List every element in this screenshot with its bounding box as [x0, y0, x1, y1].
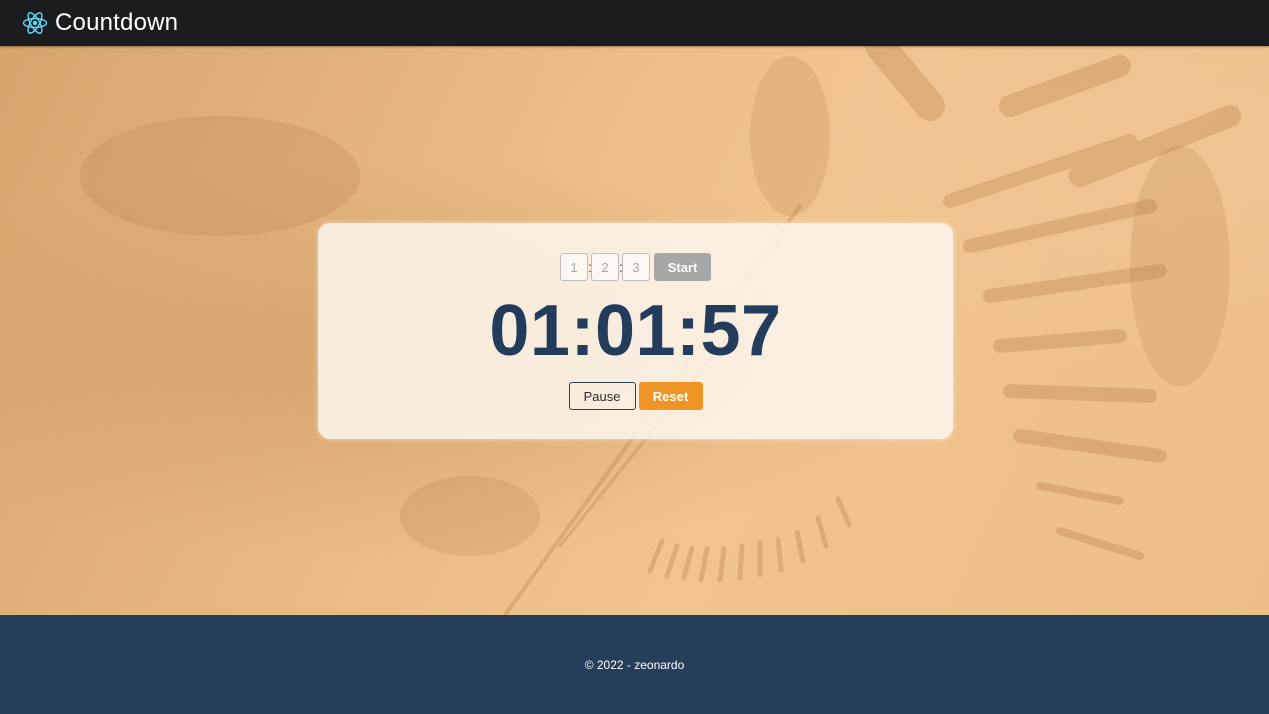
seconds-input[interactable] [622, 253, 650, 281]
navbar: Countdown [0, 0, 1269, 46]
app-title: Countdown [55, 9, 179, 36]
hero-background: : : Start 01:01:57 Pause Reset [0, 46, 1269, 615]
footer: © 2022 - zeonardo [0, 615, 1269, 714]
time-input-group: : : Start [318, 253, 953, 281]
hours-input[interactable] [560, 253, 588, 281]
pause-button[interactable]: Pause [568, 382, 636, 410]
countdown-card: : : Start 01:01:57 Pause Reset [318, 223, 953, 439]
timer-controls: Pause Reset [318, 382, 953, 410]
reset-button[interactable]: Reset [638, 382, 703, 410]
brand[interactable]: Countdown [22, 9, 178, 37]
start-button[interactable]: Start [654, 253, 711, 281]
countdown-display: 01:01:57 [489, 291, 782, 371]
react-atom-icon [22, 12, 48, 34]
minutes-input[interactable] [591, 253, 619, 281]
copyright-text: © 2022 - zeonardo [584, 657, 685, 672]
